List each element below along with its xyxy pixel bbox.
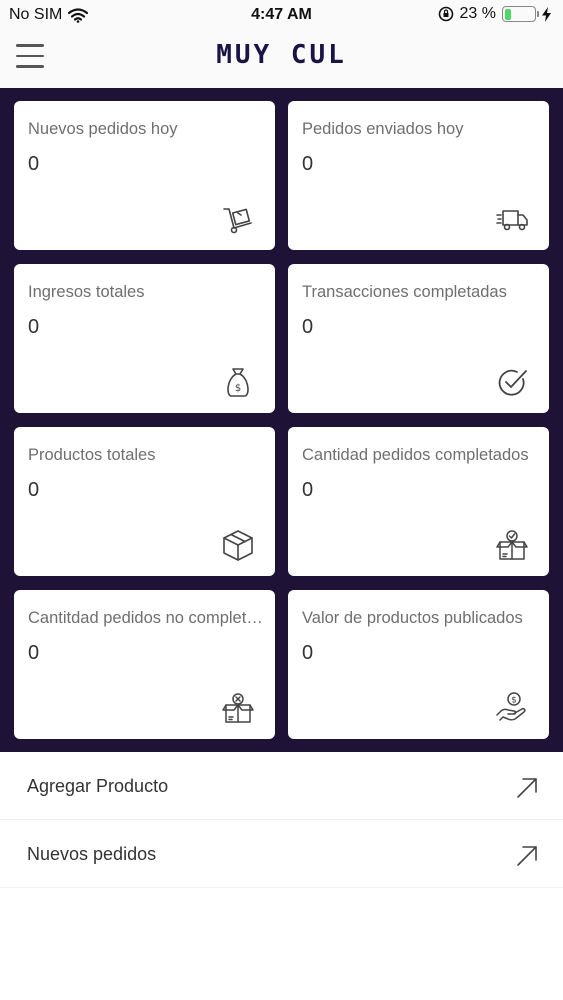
card-value: 0 [302,642,314,664]
card-title: Ingresos totales [28,283,145,301]
card-value: 0 [28,479,40,501]
card-total-products[interactable]: Productos totales 0 [14,427,275,576]
card-value: 0 [302,479,314,501]
card-completed-orders-count[interactable]: Cantidad pedidos completados 0 [288,427,549,576]
card-value: 0 [28,642,40,664]
card-title: Productos totales [28,446,156,464]
card-published-products-value[interactable]: Valor de productos publicados 0 $ [288,590,549,739]
arrow-up-right-icon [517,846,537,866]
card-title: Cantitdad pedidos no completados [28,609,267,627]
card-value: 0 [302,153,314,175]
box-check-icon [495,528,529,562]
dolly-icon [221,202,255,236]
hand-coin-icon: $ [495,691,529,725]
app-header: MUY CUL [0,30,563,88]
add-product-row[interactable]: Agregar Producto [0,752,563,820]
card-completed-transactions[interactable]: Transacciones completadas 0 [288,264,549,413]
brand-logo: MUY CUL [216,40,347,70]
card-orders-shipped-today[interactable]: Pedidos enviados hoy 0 [288,101,549,250]
card-title: Transacciones completadas [302,283,507,301]
card-title: Nuevos pedidos hoy [28,120,178,138]
battery-fill [504,8,512,20]
box-icon [221,528,255,562]
truck-icon [495,202,529,236]
card-title: Cantidad pedidos completados [302,446,529,464]
card-incomplete-orders-count[interactable]: Cantitdad pedidos no completados 0 [14,590,275,739]
charging-bolt-icon [542,6,551,22]
check-circle-icon [495,365,529,399]
money-bag-icon: $ [221,365,255,399]
battery-icon [502,6,539,22]
card-title: Valor de productos publicados [302,609,523,627]
card-new-orders-today[interactable]: Nuevos pedidos hoy 0 [14,101,275,250]
status-right: 23 % [438,5,551,23]
action-label: Agregar Producto [27,776,169,796]
new-orders-row[interactable]: Nuevos pedidos [0,820,563,888]
battery-percent: 23 % [459,5,496,22]
box-x-icon [221,691,255,725]
svg-text:$: $ [511,696,517,706]
dashboard-grid: Nuevos pedidos hoy 0 Pedidos enviados ho… [0,88,563,752]
card-value: 0 [302,316,314,338]
card-total-income[interactable]: Ingresos totales 0 $ [14,264,275,413]
status-bar: No SIM 4:47 AM 23 % [0,0,563,30]
action-label: Nuevos pedidos [27,844,157,864]
card-value: 0 [28,153,40,175]
orientation-lock-icon [438,6,453,22]
card-value: 0 [28,316,40,338]
svg-text:$: $ [235,383,241,394]
card-title: Pedidos enviados hoy [302,120,464,138]
arrow-up-right-icon [517,778,537,798]
action-list: Agregar Producto Nuevos pedidos [0,752,563,888]
